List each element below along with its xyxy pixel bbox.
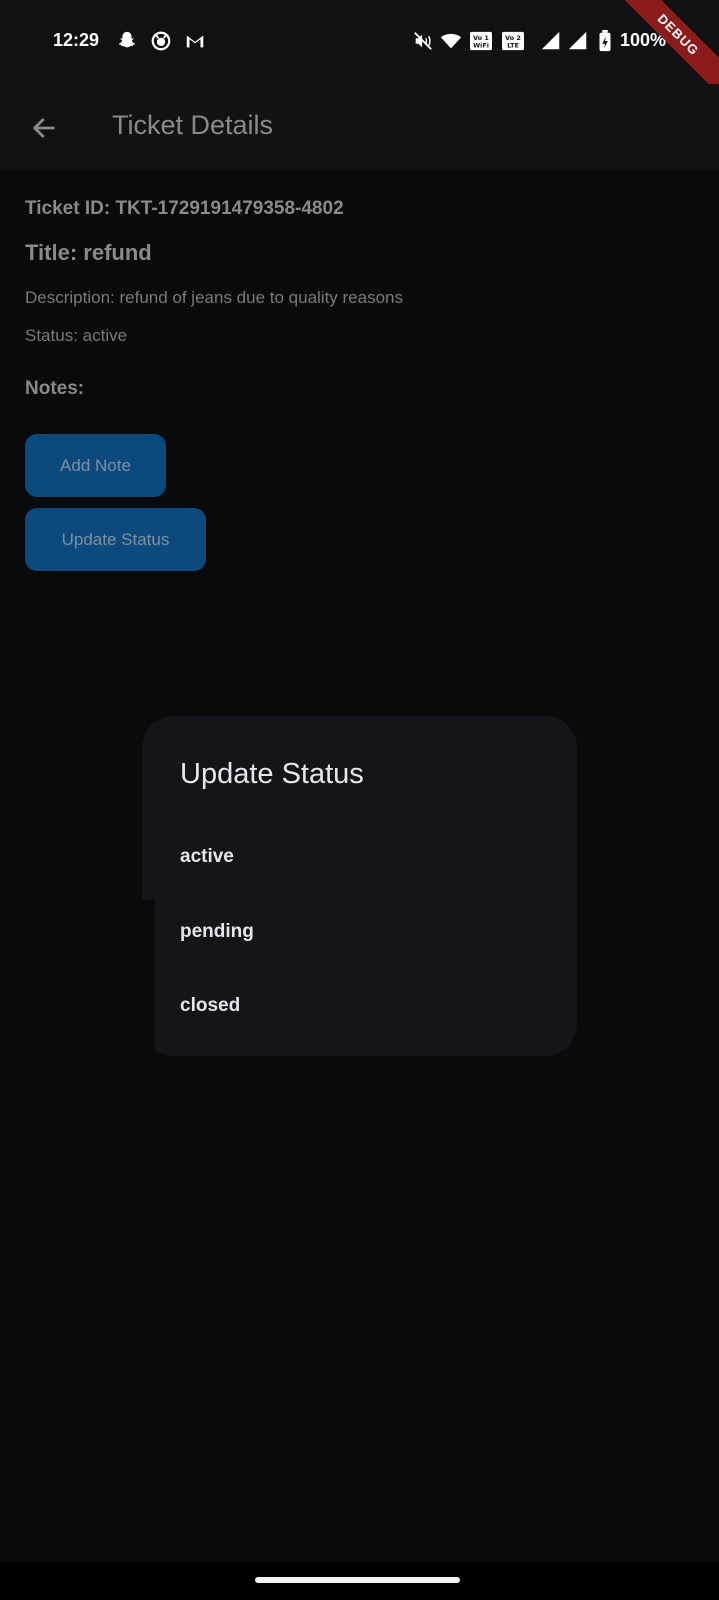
status-time: 12:29 — [53, 30, 100, 50]
dialog-edge-artifact — [142, 900, 155, 1060]
back-button[interactable] — [24, 108, 64, 148]
ticket-status: Status: active — [25, 326, 128, 345]
navigation-bar — [0, 1562, 719, 1600]
update-status-button[interactable]: Update Status — [25, 508, 206, 571]
signal-icon — [568, 31, 587, 50]
status-option-pending[interactable]: pending — [180, 921, 254, 943]
notes-label: Notes: — [25, 378, 85, 399]
update-status-dialog: Update Status active pending closed — [142, 716, 577, 1056]
vowifi-icon: Vo 1 WiFi — [470, 31, 492, 51]
svg-text:LTE: LTE — [507, 41, 519, 49]
ticket-id: Ticket ID: TKT-1729191479358-4802 — [25, 198, 344, 219]
ticket-title: Title: refund — [25, 240, 152, 265]
snapchat-icon — [118, 31, 136, 48]
volte-icon: Vo 2 LTE — [502, 31, 524, 51]
status-option-closed[interactable]: closed — [180, 995, 240, 1017]
ticket-description: Description: refund of jeans due to qual… — [25, 288, 404, 307]
github-icon — [151, 31, 171, 51]
page-title: Ticket Details — [112, 110, 274, 140]
gmail-icon — [186, 35, 204, 48]
mute-icon — [414, 32, 432, 50]
signal-icon — [541, 31, 560, 50]
battery-charging-icon — [599, 30, 611, 52]
arrow-left-icon — [33, 118, 55, 138]
wifi-icon — [440, 33, 462, 49]
home-gesture-handle[interactable] — [255, 1577, 460, 1583]
add-note-button[interactable]: Add Note — [25, 434, 166, 497]
dialog-title: Update Status — [180, 758, 364, 790]
status-option-active[interactable]: active — [180, 846, 234, 868]
status-bar: 12:29 Vo 1 WiFi Vo 2 LTE 100% — [0, 0, 719, 84]
svg-text:WiFi: WiFi — [473, 41, 489, 49]
app-bar: Ticket Details — [0, 84, 719, 170]
debug-banner-label: DEBUG — [619, 0, 719, 98]
